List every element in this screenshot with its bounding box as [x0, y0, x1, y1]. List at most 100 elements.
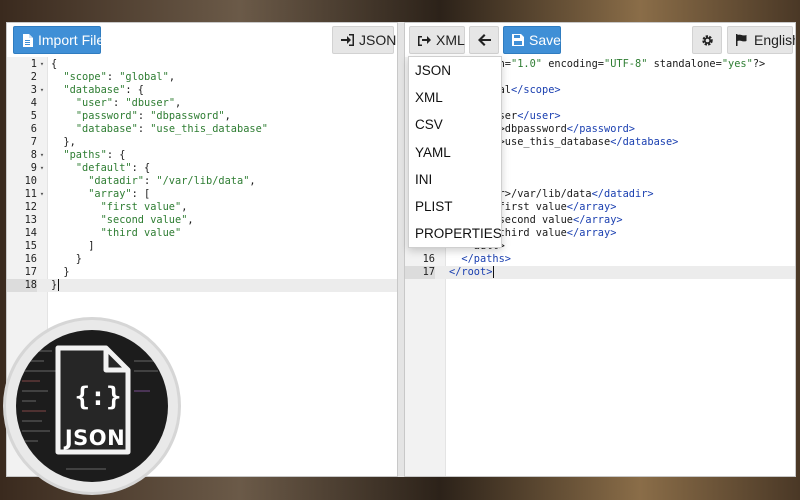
line-number: 15	[24, 240, 37, 252]
code-text: </paths>	[461, 253, 512, 265]
text-cursor	[493, 266, 495, 278]
line-number: 14	[24, 227, 37, 239]
fold-toggle-icon[interactable]: ▾	[38, 58, 46, 71]
json-line: 15 ]	[7, 240, 397, 253]
save-button[interactable]: Save	[503, 26, 561, 54]
json-format-label: JSON	[359, 32, 397, 48]
line-number: 11	[24, 188, 37, 200]
json-line: 13 "second value",	[7, 214, 397, 227]
code-text: "second value",	[100, 214, 194, 226]
line-number: 8	[30, 149, 37, 161]
code-text: "database": "use_this_database"	[75, 123, 269, 135]
line-number: 16	[24, 253, 37, 265]
fold-toggle-icon[interactable]: ▾	[38, 188, 46, 201]
code-text: </root>	[449, 266, 495, 278]
right-toolbar: XML Save English	[405, 23, 795, 58]
line-number: 18	[7, 279, 37, 292]
menu-item-xml[interactable]: XML	[409, 84, 501, 111]
line-number: 6	[30, 123, 37, 135]
share-icon	[418, 34, 431, 46]
code-text: "datadir": "/var/lib/data",	[88, 175, 256, 187]
line-number: 5	[30, 110, 37, 122]
code-text: {	[51, 58, 58, 70]
code-text: "password": "dbpassword",	[75, 110, 231, 122]
json-line: 17 }	[7, 266, 397, 279]
json-editor-lines: 1 ▾{2 "scope": "global", 3 ▾ "database": {4…	[7, 58, 397, 292]
line-number: 2	[30, 71, 37, 83]
code-text: "paths": {	[63, 149, 126, 161]
xml-line: 17 </root>	[405, 266, 795, 279]
line-number: 4	[30, 97, 37, 109]
line-number: 16	[422, 253, 435, 265]
import-file-button[interactable]: Import File	[13, 26, 105, 54]
code-text: }	[51, 266, 70, 278]
text-cursor	[58, 279, 60, 291]
sign-in-icon	[341, 34, 354, 46]
menu-item-yaml[interactable]: YAML	[409, 139, 501, 166]
line-number: 3	[30, 84, 37, 96]
import-file-label: Import File	[38, 32, 105, 48]
fold-toggle-icon[interactable]: ▾	[38, 149, 46, 162]
save-label: Save	[529, 32, 561, 48]
json-line: 5 "password": "dbpassword",	[7, 110, 397, 123]
json-line: 10 "datadir": "/var/lib/data",	[7, 175, 397, 188]
line-number: 1	[30, 58, 37, 70]
swap-back-button[interactable]	[469, 26, 499, 54]
json-line: 16 }	[7, 253, 397, 266]
code-text: "default": {	[75, 162, 151, 174]
xml-format-label: XML	[436, 32, 465, 48]
json-logo-badge: {:} JSON	[6, 320, 178, 492]
fold-toggle-icon[interactable]: ▾	[38, 84, 46, 97]
json-line: 7 },	[7, 136, 397, 149]
json-line: 14 "third value"	[7, 227, 397, 240]
menu-item-json[interactable]: JSON	[409, 57, 501, 84]
menu-item-plist[interactable]: PLIST	[409, 193, 501, 220]
code-text: "scope": "global",	[63, 71, 176, 83]
json-line: 11 ▾ "array": [	[7, 188, 397, 201]
language-label: English	[754, 32, 796, 48]
code-text: }	[51, 279, 60, 291]
code-text: ]	[51, 240, 95, 252]
format-dropdown-menu: JSON XML CSV YAML INI PLIST PROPERTIES	[408, 56, 502, 248]
language-button[interactable]: English	[727, 26, 796, 54]
menu-item-csv[interactable]: CSV	[409, 111, 501, 138]
file-icon	[22, 33, 33, 47]
code-text: "database": {	[63, 84, 145, 96]
json-logo-text: JSON	[64, 426, 126, 450]
line-number: 12	[24, 201, 37, 213]
code-text: "first value",	[100, 201, 188, 213]
flag-icon	[736, 34, 749, 46]
json-line: 2 "scope": "global",	[7, 71, 397, 84]
code-text: "array": [	[88, 188, 151, 200]
code-text: "user": "dbuser",	[75, 97, 182, 109]
json-line: 8 ▾ "paths": {	[7, 149, 397, 162]
save-icon	[512, 34, 524, 46]
code-text: }	[51, 253, 82, 265]
line-number: 17	[24, 266, 37, 278]
json-line: 4 "user": "dbuser",	[7, 97, 397, 110]
code-text: "third value"	[100, 227, 182, 239]
json-line: 3 ▾ "database": {	[7, 84, 397, 97]
arrow-left-icon	[477, 34, 491, 46]
left-toolbar: Import File JSON	[7, 23, 397, 58]
json-line: 12 "first value",	[7, 201, 397, 214]
json-logo-circle: {:} JSON	[16, 330, 168, 482]
line-number: 10	[24, 175, 37, 187]
xml-line: 16 </paths>	[405, 253, 795, 266]
json-line: 18}	[7, 279, 397, 292]
json-line: 6 "database": "use_this_database"	[7, 123, 397, 136]
menu-item-ini[interactable]: INI	[409, 166, 501, 193]
xml-format-button[interactable]: XML	[409, 26, 465, 54]
json-logo-glyph: {:}	[74, 382, 122, 412]
json-line: 9 ▾ "default": {	[7, 162, 397, 175]
line-number: 13	[24, 214, 37, 226]
fold-toggle-icon[interactable]: ▾	[38, 162, 46, 175]
json-line: 1 ▾ {	[7, 58, 397, 71]
menu-item-properties[interactable]: PROPERTIES	[409, 220, 502, 247]
gear-icon	[701, 34, 714, 47]
code-text: },	[51, 136, 76, 148]
json-format-button[interactable]: JSON	[332, 26, 397, 54]
line-number: 9	[30, 162, 37, 174]
settings-button[interactable]	[692, 26, 722, 54]
line-number: 17	[405, 266, 435, 279]
